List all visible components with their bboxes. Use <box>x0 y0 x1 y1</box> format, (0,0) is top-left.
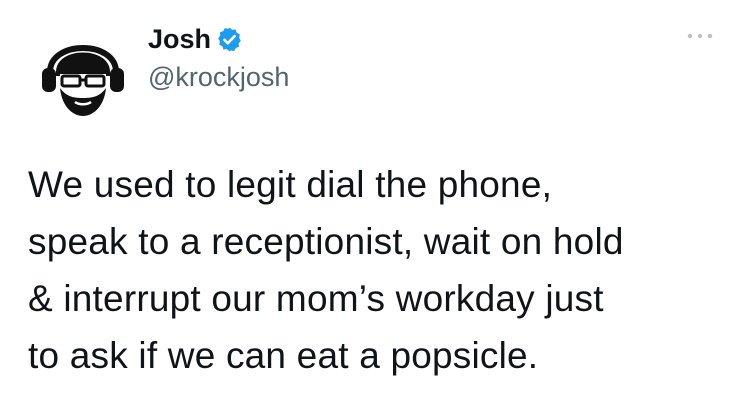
more-options-button[interactable] <box>684 28 716 44</box>
author-handle[interactable]: @krockjosh <box>148 60 289 94</box>
tweet-text-line: speak to a receptionist, wait on hold <box>28 221 624 262</box>
tweet-text-line: We used to legit dial the phone, <box>28 164 553 205</box>
tweet-text-line: & interrupt our mom’s workday just <box>28 278 604 319</box>
author-name-row[interactable]: Josh <box>148 22 243 56</box>
headphones-glasses-beard-avatar-icon <box>28 16 138 126</box>
avatar[interactable] <box>28 16 138 126</box>
author-display-name[interactable]: Josh <box>148 22 211 56</box>
tweet-text: We used to legit dial the phone, speak t… <box>28 156 728 384</box>
tweet-card: Josh @krockjosh We used to legit dial th… <box>0 0 750 404</box>
verified-badge-icon <box>216 26 243 53</box>
tweet-text-line: to ask if we can eat a popsicle. <box>28 335 539 376</box>
more-options-icon <box>687 33 713 39</box>
